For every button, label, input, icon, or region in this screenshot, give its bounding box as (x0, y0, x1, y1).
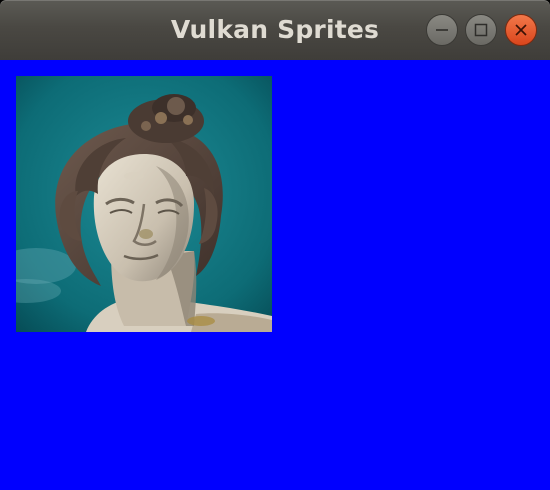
sprite-statue-image (16, 76, 272, 332)
app-window: Vulkan Sprites (0, 0, 550, 490)
title-bar[interactable]: Vulkan Sprites (0, 0, 550, 60)
render-surface (0, 60, 550, 490)
close-icon (515, 24, 527, 36)
maximize-icon (474, 23, 488, 37)
statue-head-photo (16, 76, 272, 332)
minimize-button[interactable] (426, 14, 458, 46)
maximize-button[interactable] (465, 14, 497, 46)
close-button[interactable] (505, 14, 537, 46)
minimize-icon (436, 29, 448, 31)
